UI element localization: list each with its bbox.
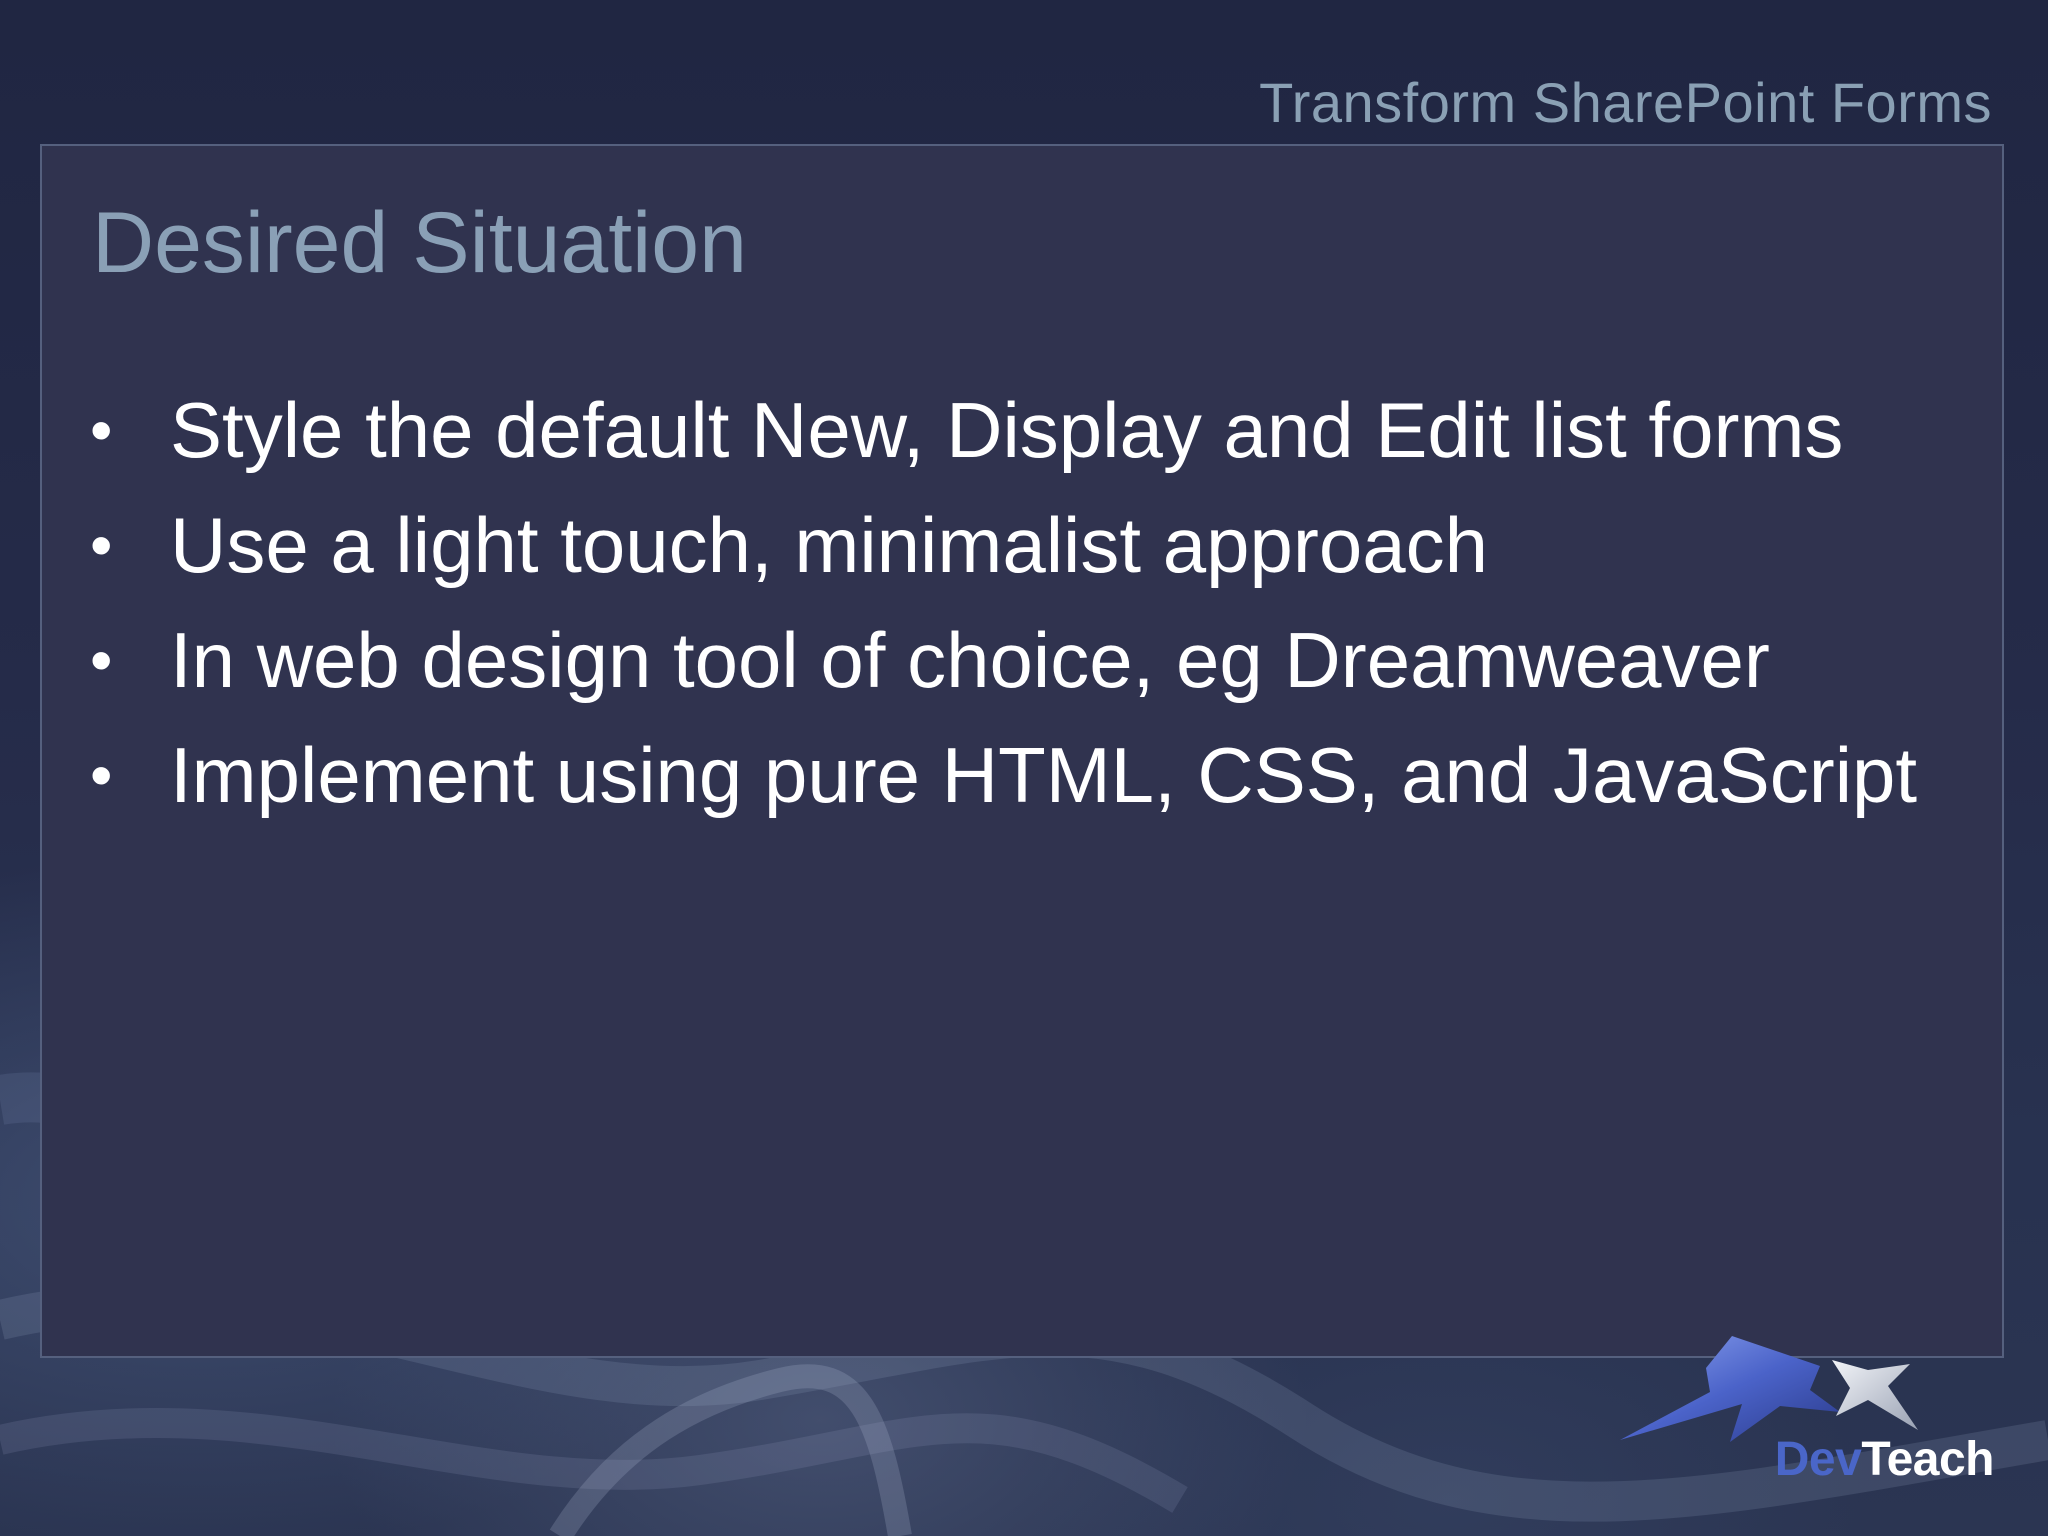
- bullet-text: In web design tool of choice, eg Dreamwe…: [170, 615, 1770, 704]
- bullet-item: • Implement using pure HTML, CSS, and Ja…: [90, 717, 1917, 832]
- logo-text-teach: Teach: [1861, 1433, 1994, 1486]
- bullet-text: Style the default New, Display and Edit …: [170, 385, 1844, 474]
- bullet-list: • Style the default New, Display and Edi…: [90, 372, 1917, 832]
- slide-title: Desired Situation: [92, 195, 747, 291]
- bullet-text: Implement using pure HTML, CSS, and Java…: [170, 730, 1918, 819]
- bullet-item: • Style the default New, Display and Edi…: [90, 372, 1917, 487]
- content-panel: Desired Situation • Style the default Ne…: [40, 144, 2004, 1358]
- devteach-logo: DevTeach: [1610, 1330, 2010, 1490]
- presentation-title: Transform SharePoint Forms: [1259, 71, 1992, 134]
- bullet-item: • In web design tool of choice, eg Dream…: [90, 602, 1917, 717]
- bullet-marker: •: [90, 508, 113, 581]
- bullet-text: Use a light touch, minimalist approach: [170, 500, 1488, 589]
- bullet-marker: •: [90, 738, 113, 811]
- bullet-item: • Use a light touch, minimalist approach: [90, 487, 1917, 602]
- logo-wordmark: DevTeach: [1774, 1432, 1995, 1487]
- bullet-marker: •: [90, 623, 113, 696]
- bullet-marker: •: [90, 393, 113, 466]
- logo-text-dev: Dev: [1774, 1433, 1862, 1486]
